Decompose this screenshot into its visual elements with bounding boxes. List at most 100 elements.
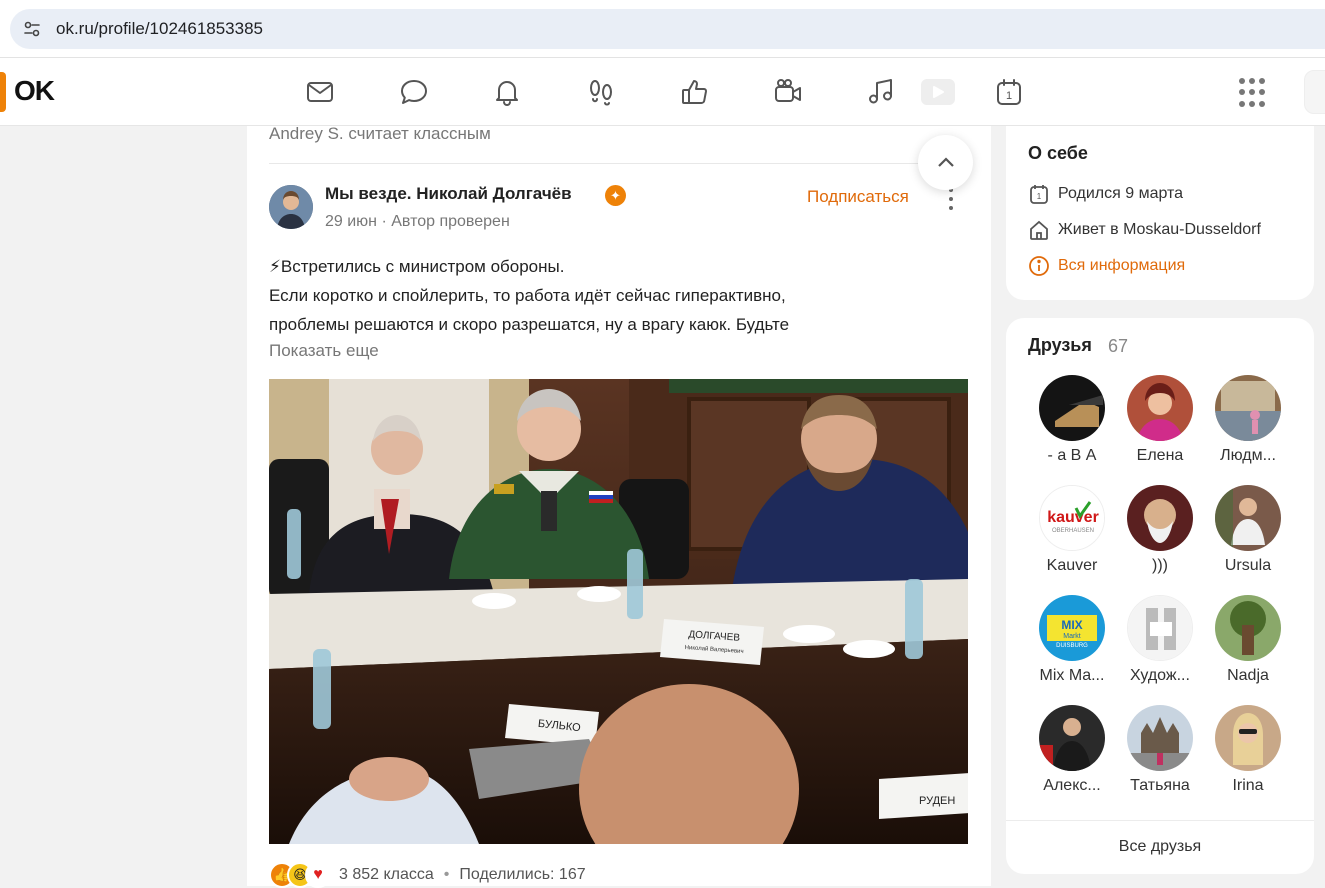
site-info-icon[interactable] [22,19,42,39]
friend-item[interactable]: Татьяна [1115,705,1205,805]
music-icon[interactable] [864,75,898,109]
friend-item[interactable]: ))) [1115,485,1205,585]
friend-item[interactable]: Алекс... [1027,705,1117,805]
friend-avatar [1127,705,1193,771]
friend-item[interactable]: Ursula [1203,485,1293,585]
about-lives-text: Живет в Moskau-Dusseldorf [1058,221,1261,238]
friend-avatar [1215,375,1281,441]
friend-avatar [1127,375,1193,441]
friend-avatar [1039,375,1105,441]
video-camera-icon[interactable] [771,75,805,109]
about-born: 1 Родился 9 марта [1028,182,1183,206]
friend-name: Irina [1232,777,1264,794]
more-options-icon[interactable] [945,188,957,210]
friend-item[interactable]: Елена [1115,375,1205,475]
svg-text:1: 1 [1006,90,1012,102]
friend-name: Худож... [1130,667,1190,684]
heart-reaction-icon: ♥ [305,862,331,888]
chevron-up-icon [937,156,954,167]
mix-logo-sub: Markt [1063,633,1081,640]
play-icon[interactable] [920,75,956,109]
post-text-line: проблемы решаются и скоро разрешатся, ну… [269,315,790,334]
friend-item[interactable]: Худож... [1115,595,1205,695]
friend-item[interactable]: - а В А [1027,375,1117,475]
friend-name: Елена [1136,447,1184,464]
calendar-icon[interactable]: 1 [992,75,1026,109]
post-author-name[interactable]: Мы везде. Николай Долгачёв [325,184,572,204]
site-header: OK 1 [0,58,1325,126]
shares-count[interactable]: Поделились: 167 [459,866,585,884]
post-text-line: Если коротко и спойлерить, то работа идё… [269,286,786,305]
friend-name: Татьяна [1130,777,1190,794]
friend-name: Ursula [1224,557,1272,574]
show-more-link[interactable]: Показать еще [269,341,379,361]
friend-item[interactable]: Irina [1203,705,1293,805]
kauver-logo-text: kauver [1047,509,1099,526]
ok-logo-mark [0,72,6,112]
friend-name: Людм... [1220,447,1276,464]
friend-item[interactable]: Nadja [1203,595,1293,695]
friend-avatar [1215,595,1281,661]
kauver-logo-sub: OBERHAUSEN [1052,528,1094,534]
friend-item[interactable]: Людм... [1203,375,1293,475]
post-reactions[interactable]: 👍 😆 ♥ 3 852 класса • Поделились: 167 [269,862,586,888]
all-info-link[interactable]: Вся информация [1028,254,1185,278]
post-text: ⚡Встретились с министром обороны. Если к… [269,252,969,339]
about-born-text: Родился 9 марта [1058,185,1184,202]
calendar-icon: 1 [1030,185,1048,204]
friends-title[interactable]: Друзья [1028,335,1092,356]
friend-name: Nadja [1227,667,1269,684]
all-info-text: Вся информация [1058,257,1186,274]
home-icon [1030,220,1048,240]
reactions-separator: • [443,866,450,883]
liked-by-text: Andrey S. считает классным [269,124,491,143]
friend-name: Алекс... [1043,777,1101,794]
verified-badge-icon: ✦ [605,185,626,206]
like-icon[interactable] [678,75,712,109]
friends-card: Друзья 67 - а В А Елена Людм... kauver OB… [1006,318,1314,874]
reactions-count[interactable]: 3 852 класса [339,866,434,884]
friend-avatar [1127,595,1193,661]
about-card: О себе 1 Родился 9 марта Живет в Moskau-… [1006,126,1314,300]
friend-item[interactable]: MIX Markt DUISBURG Mix Ma... [1027,595,1117,695]
apps-grid-icon[interactable] [1239,78,1269,108]
url-field[interactable]: ok.ru/profile/102461853385 [10,9,1325,49]
friend-avatar [1215,705,1281,771]
scroll-to-top-button[interactable] [918,135,973,190]
friend-avatar: kauver OBERHAUSEN [1039,485,1105,551]
friend-name: - а В А [1047,447,1097,464]
friends-count: 67 [1108,336,1129,356]
photo-name-plate-3: РУДЕН [919,795,955,807]
post-meta: 29 июн · Автор проверен [325,213,510,231]
friend-item[interactable]: kauver OBERHAUSEN Kauver [1027,485,1117,585]
friend-avatar: MIX Markt DUISBURG [1039,595,1105,661]
browser-address-bar: ok.ru/profile/102461853385 [0,0,1325,58]
friend-name: ))) [1152,557,1168,574]
bell-icon[interactable] [490,75,524,109]
friend-name: Kauver [1046,557,1098,574]
about-title: О себе [1028,143,1088,163]
mix-logo-city: DUISBURG [1056,643,1088,649]
verified-author-label: Автор проверен [391,213,510,230]
meta-separator: · [381,213,392,230]
subscribe-button[interactable]: Подписаться [807,187,909,207]
feed-column: Andrey S. считает классным Мы везде. Ник… [247,124,991,888]
url-text: ok.ru/profile/102461853385 [56,19,263,38]
all-friends-link[interactable]: Все друзья [1006,838,1314,856]
chat-icon[interactable] [397,75,431,109]
header-right-button[interactable] [1304,70,1325,114]
post-date: 29 июн [325,213,378,230]
feed-divider [269,163,969,164]
friend-avatar [1215,485,1281,551]
footprints-icon[interactable] [584,75,618,109]
friend-name: Mix Ma... [1039,667,1105,684]
friend-avatar [1039,705,1105,771]
svg-text:1: 1 [1037,192,1042,201]
post-photo[interactable]: ДОЛГАЧЕВ Николай Валерьевич БУЛЬКО РУДЕН [269,379,968,844]
author-avatar[interactable] [269,185,313,229]
mail-icon[interactable] [303,75,337,109]
post-photo-illustration: ДОЛГАЧЕВ Николай Валерьевич БУЛЬКО РУДЕН [269,379,968,844]
post-text-line: ⚡Встретились с министром обороны. [269,257,565,276]
friend-avatar [1127,485,1193,551]
ok-logo[interactable]: OK [14,75,55,107]
